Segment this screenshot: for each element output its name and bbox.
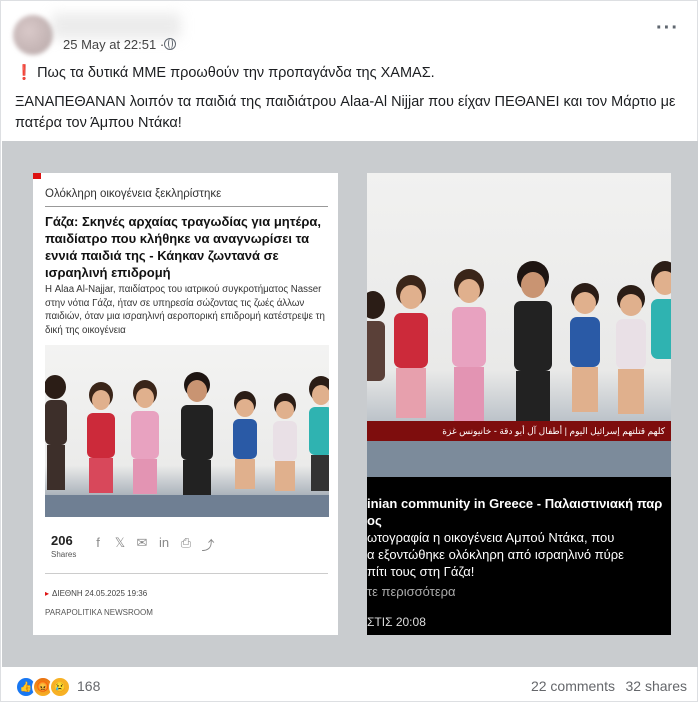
facebook-screenshot[interactable]: كلهم قتلتهم إسرائيل اليوم | أطفال آل أبو… [367, 173, 671, 635]
comments-count[interactable]: 22 comments [531, 678, 615, 694]
globe-icon [164, 38, 176, 50]
facebook-icon[interactable]: f [91, 535, 105, 554]
caption-line-2: ΞΑΝΑΠΕΘΑΝΑΝ λοιπόν τα παιδιά της παιδιάτ… [15, 94, 676, 131]
post-header: 25 May at 22:51 · ··· [1, 1, 697, 61]
section-date: ΔΙΕΘΝΗ 24.05.2025 19:36 [52, 589, 148, 598]
author-name-redacted[interactable] [51, 13, 181, 39]
post-time: ΣΤΙΣ 20:08 [367, 615, 426, 629]
share-count: 206 [51, 533, 73, 548]
share-label: Shares [51, 550, 77, 559]
post-caption: ❗ Πως τα δυτικά ΜΜΕ προωθούν την προπαγά… [15, 63, 685, 142]
linkedin-icon[interactable]: in [157, 535, 171, 554]
post-footer: 👍 😡 😢 168 22 comments 32 shares [1, 667, 697, 703]
post-body-line-1: ωτογραφία η οικογένεια Αμπού Ντάκα, που [367, 530, 615, 545]
share-icon[interactable]: ⤴ [201, 535, 215, 554]
mail-icon[interactable]: ✉ [135, 535, 149, 554]
post-timestamp[interactable]: 25 May at 22:51 · [63, 37, 164, 52]
divider [45, 573, 328, 574]
print-icon[interactable]: ⎙ [179, 535, 193, 554]
child-figures [45, 372, 329, 495]
reaction-count[interactable]: 168 [77, 678, 100, 694]
family-photo [45, 345, 329, 517]
divider [45, 206, 328, 207]
children-illustration [45, 372, 329, 517]
article-screenshot[interactable]: Ολόκληρη οικογένεια ξεκληρίστηκε Γάζα: Σ… [33, 173, 338, 635]
article-rubric: Ολόκληρη οικογένεια ξεκληρίστηκε [45, 188, 222, 200]
post-body-line-2: α εξοντώθηκε ολόκληρη από ισραηλινό πύρε [367, 547, 624, 562]
post-body: ωτογραφία η οικογένεια Αμπού Ντάκα, που … [367, 529, 671, 580]
author-avatar[interactable] [13, 15, 53, 55]
shares-count[interactable]: 32 shares [626, 678, 687, 694]
page-title: inian community in Greece - Παλαιστινιακ… [367, 495, 671, 529]
red-marker [33, 173, 41, 179]
facebook-post: 25 May at 22:51 · ··· ❗ Πως τα δυτικά ΜΜ… [0, 0, 698, 702]
see-more-link[interactable]: τε περισσότερα [367, 584, 456, 599]
caption-line-1: ❗ Πως τα δυτικά ΜΜΕ προωθούν την προπαγά… [15, 65, 435, 81]
share-icons: f 𝕏 ✉ in ⎙ ⤴ [91, 535, 215, 554]
article-source: PARAPOLITIKA NEWSROOM [45, 608, 153, 617]
reaction-icons[interactable]: 👍 😡 😢 [15, 676, 71, 698]
more-options-icon[interactable]: ··· [656, 18, 679, 38]
article-section: ▸ ΔΙΕΘΝΗ 24.05.2025 19:36 [45, 589, 147, 598]
article-headline: Γάζα: Σκηνές αρχαίας τραγωδίας για μητέρ… [45, 214, 322, 280]
x-icon[interactable]: 𝕏 [113, 535, 127, 554]
sad-icon: 😢 [49, 676, 71, 698]
child-figures [367, 261, 671, 431]
article-lede: Η Alaa Al-Najjar, παιδίατρος του ιατρικο… [45, 284, 325, 336]
page-title-line-1: inian community in Greece - Παλαιστινιακ… [367, 496, 663, 511]
arabic-caption-banner: كلهم قتلتهم إسرائيل اليوم | أطفال آل أبو… [367, 421, 671, 441]
triangle-icon: ▸ [45, 589, 50, 598]
page-title-line-2: ος [367, 513, 382, 528]
post-body-line-3: πίτι τους στη Γάζα! [367, 564, 475, 579]
post-media[interactable]: Ολόκληρη οικογένεια ξεκληρίστηκε Γάζα: Σ… [2, 141, 698, 667]
